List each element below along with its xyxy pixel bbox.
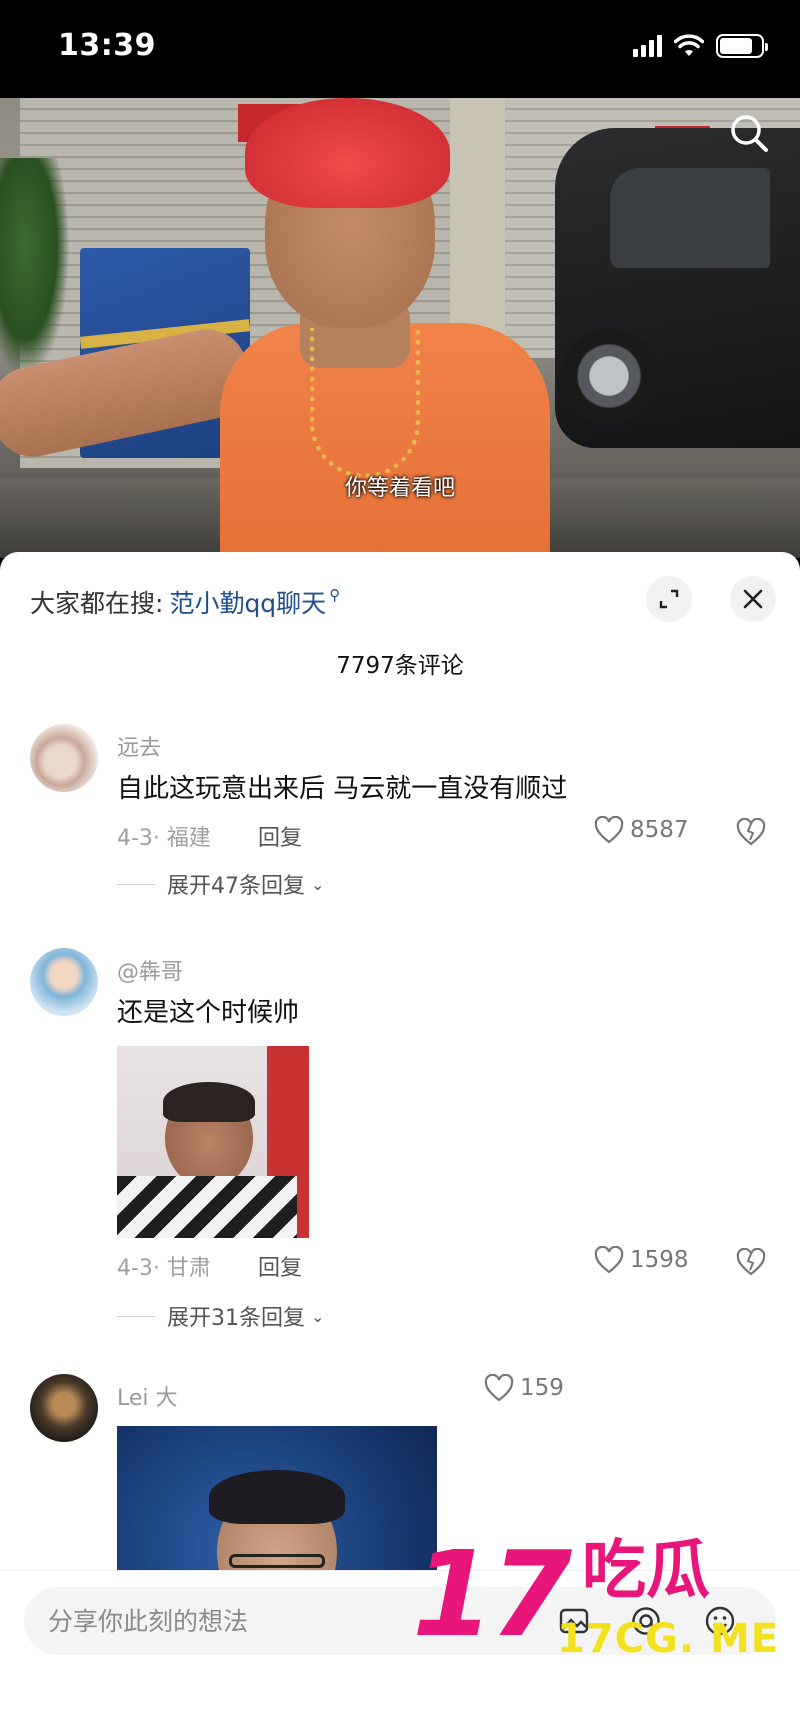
- expand-replies-label: 展开47条回复: [167, 874, 305, 899]
- expand-replies-button[interactable]: 展开31条回复 ⌄: [117, 1300, 324, 1332]
- heart-icon: [484, 1374, 514, 1402]
- status-time: 13:39: [58, 28, 156, 63]
- video-subtitle: 你等着看吧: [344, 476, 455, 501]
- expand-button[interactable]: [646, 576, 692, 622]
- black-car: [555, 128, 800, 448]
- avatar[interactable]: [30, 948, 98, 1016]
- watermark-number: 17: [412, 1525, 572, 1663]
- comment-item: @犇哥 还是这个时候帅 4-3· 甘肃 回复 1598 展开31条回复 ⌄: [0, 948, 800, 1378]
- comment-username[interactable]: @犇哥: [117, 954, 183, 986]
- like-button[interactable]: 159: [484, 1374, 564, 1402]
- comment-image[interactable]: [117, 1046, 309, 1238]
- hot-search-bar[interactable]: 大家都在搜: 范小勤qq聊天 ⚲: [30, 584, 340, 620]
- comment-count: 7797条评论: [336, 653, 464, 679]
- broken-heart-icon[interactable]: [736, 1248, 766, 1276]
- person-hair: [245, 98, 450, 208]
- expand-replies-label: 展开31条回复: [167, 1306, 305, 1331]
- comment-text: 自此这玩意出来后 马云就一直没有顺过: [117, 774, 568, 804]
- expand-replies-button[interactable]: 展开47条回复 ⌄: [117, 868, 324, 900]
- search-icon[interactable]: [728, 112, 770, 154]
- comment-username[interactable]: 远去: [117, 730, 161, 762]
- avatar[interactable]: [30, 724, 98, 792]
- comment-meta: 4-3· 甘肃: [117, 1256, 211, 1281]
- chevron-down-icon: ⌄: [311, 1306, 325, 1326]
- hot-search-term[interactable]: 范小勤qq聊天: [169, 584, 326, 620]
- reply-button[interactable]: 回复: [258, 820, 302, 852]
- expand-icon: [659, 589, 679, 609]
- like-button[interactable]: 1598: [594, 1246, 689, 1274]
- like-count: 159: [520, 1375, 564, 1401]
- like-count: 8587: [630, 817, 689, 843]
- status-bar: 13:39: [0, 0, 800, 98]
- watermark-logo: 17 吃瓜 17CG. ME: [412, 1535, 782, 1675]
- video-player[interactable]: 你等着看吧: [0, 98, 800, 558]
- comment-meta: 4-3· 福建: [117, 826, 211, 851]
- heart-icon: [594, 816, 624, 844]
- close-button[interactable]: [730, 576, 776, 622]
- battery-icon: [716, 34, 768, 58]
- reply-button[interactable]: 回复: [258, 1250, 302, 1282]
- plant: [0, 158, 70, 378]
- broken-heart-icon[interactable]: [736, 818, 766, 846]
- chevron-down-icon: ⌄: [311, 874, 325, 894]
- close-icon: [743, 589, 763, 609]
- hot-search-prefix: 大家都在搜:: [30, 589, 164, 618]
- heart-icon: [594, 1246, 624, 1274]
- like-count: 1598: [630, 1247, 689, 1273]
- wifi-icon: [674, 34, 704, 56]
- status-icons: [633, 34, 768, 58]
- small-search-icon: ⚲: [329, 586, 341, 604]
- watermark-chinese: 吃瓜: [582, 1534, 710, 1608]
- watermark-url: 17CG. ME: [557, 1616, 780, 1662]
- gold-chain: [310, 328, 420, 478]
- comment-username[interactable]: Lei 大: [117, 1380, 178, 1412]
- like-button[interactable]: 8587: [594, 816, 689, 844]
- comment-item: 远去 自此这玩意出来后 马云就一直没有顺过 4-3· 福建 回复 8587 展开…: [0, 724, 800, 934]
- cellular-signal-icon: [633, 35, 662, 57]
- avatar[interactable]: [30, 1374, 98, 1442]
- comment-text: 还是这个时候帅: [117, 998, 300, 1028]
